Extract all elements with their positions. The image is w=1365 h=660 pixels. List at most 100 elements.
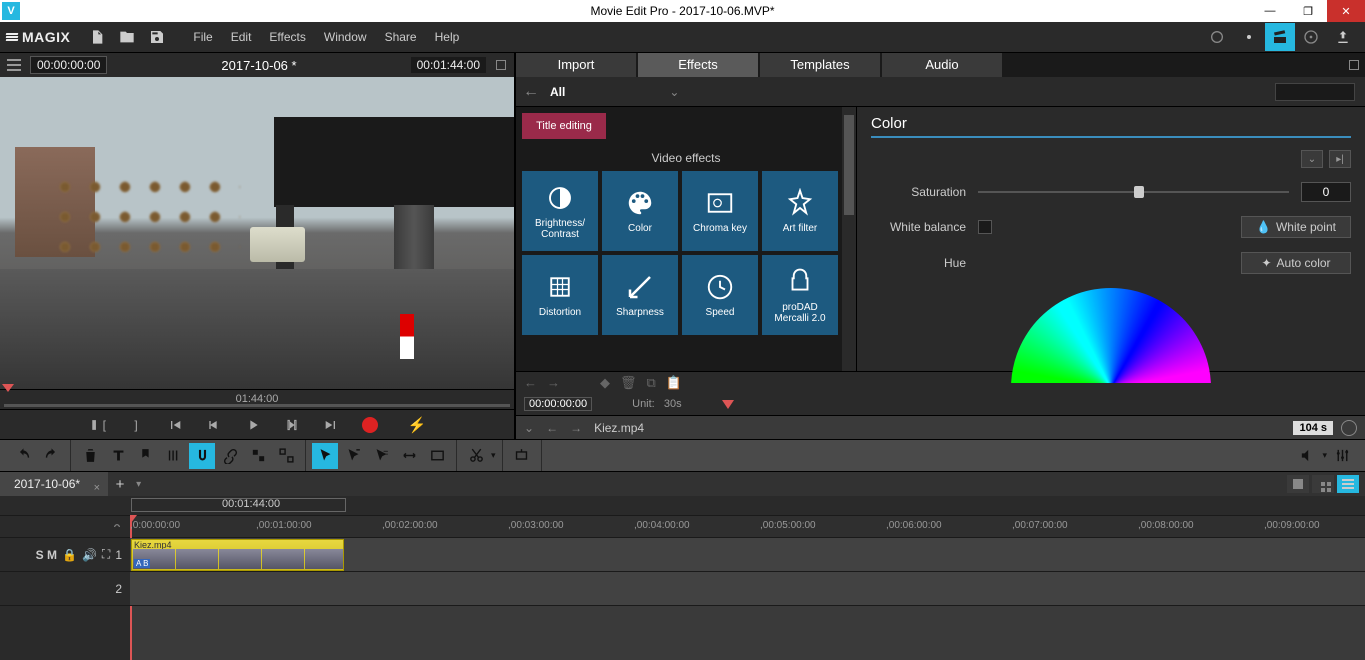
fx-brightness-contrast[interactable]: Brightness/ Contrast <box>522 171 598 251</box>
kf-playhead-icon[interactable] <box>722 400 734 409</box>
fx-distortion[interactable]: Distortion <box>522 255 598 335</box>
mouse-single-button[interactable] <box>340 443 366 469</box>
track-2[interactable] <box>130 572 1365 606</box>
range-end-button[interactable]: ] <box>127 416 145 434</box>
prev-frame-button[interactable] <box>205 416 223 434</box>
saturation-slider[interactable] <box>978 191 1289 193</box>
hue-wheel[interactable] <box>1011 288 1211 383</box>
fx-art-filter[interactable]: Art filter <box>762 171 838 251</box>
timecode-start[interactable]: 00:00:00:00 <box>30 56 107 74</box>
snap-button[interactable] <box>189 443 215 469</box>
volume-icon[interactable]: 🔊 <box>82 548 97 562</box>
timeline-tab[interactable]: 2017-10-06*× <box>0 472 108 496</box>
ungroup-button[interactable] <box>273 443 299 469</box>
tab-audio[interactable]: Audio <box>882 53 1002 77</box>
mute-button[interactable] <box>1294 443 1320 469</box>
preview-menu-icon[interactable] <box>4 59 24 71</box>
menu-edit[interactable]: Edit <box>222 22 261 53</box>
go-to-start-button[interactable] <box>166 416 184 434</box>
auto-color-button[interactable]: ✦Auto color <box>1241 252 1351 274</box>
clip-prev-icon[interactable]: ⌄ <box>524 421 534 435</box>
kf-timecode[interactable]: 00:00:00:00 <box>524 397 592 411</box>
menu-window[interactable]: Window <box>315 22 376 53</box>
kf-add-icon[interactable]: ◆ <box>600 375 610 391</box>
disc-icon[interactable] <box>1299 25 1323 49</box>
add-tab-button[interactable]: + <box>108 476 132 493</box>
delete-button[interactable] <box>77 443 103 469</box>
view-timeline-button[interactable] <box>1337 475 1359 493</box>
fx-color[interactable]: Color <box>602 171 678 251</box>
range-start-button[interactable]: [ <box>88 416 106 434</box>
tab-templates[interactable]: Templates <box>760 53 880 77</box>
time-ruler[interactable]: ,0:00:00:00,00:01:00:00,00:02:00:00,00:0… <box>130 516 1365 538</box>
mouse-preview-button[interactable] <box>424 443 450 469</box>
close-tab-icon[interactable]: × <box>94 476 100 500</box>
insert-button[interactable] <box>509 443 535 469</box>
cloud-icon[interactable] <box>1205 25 1229 49</box>
clip-fwd-icon[interactable]: → <box>570 421 582 435</box>
track-1[interactable]: Kiez.mp4 A B <box>130 538 1365 572</box>
link-tracks-icon[interactable] <box>110 520 124 534</box>
kf-copy-icon[interactable]: ⧉ <box>647 375 656 391</box>
clock-icon[interactable] <box>1341 420 1357 436</box>
keyframe-next-icon[interactable]: ▸| <box>1329 150 1351 168</box>
tab-effects[interactable]: Effects <box>638 53 758 77</box>
panel-maximize-icon[interactable] <box>1349 60 1359 70</box>
open-folder-icon[interactable] <box>115 25 139 49</box>
maximize-button[interactable]: ❐ <box>1289 0 1327 22</box>
save-icon[interactable] <box>145 25 169 49</box>
redo-button[interactable] <box>38 443 64 469</box>
range-ruler[interactable]: 00:01:44:00 <box>130 496 1365 516</box>
view-scene-button[interactable] <box>1287 475 1309 493</box>
track-area[interactable]: 00:01:44:00 ,0:00:00:00,00:01:00:00,00:0… <box>130 496 1365 660</box>
preview-viewport[interactable] <box>0 77 514 389</box>
fx-speed[interactable]: Speed <box>682 255 758 335</box>
back-icon[interactable]: ← <box>516 83 546 101</box>
settings-icon[interactable] <box>1237 25 1261 49</box>
effects-scrollbar[interactable] <box>842 107 856 371</box>
kf-delete-icon[interactable]: 🗑 <box>620 375 637 391</box>
track-header-2[interactable]: 2 <box>0 572 130 606</box>
saturation-value[interactable]: 0 <box>1301 182 1351 202</box>
view-storyboard-button[interactable] <box>1312 475 1334 493</box>
mixer-button[interactable] <box>1329 443 1355 469</box>
mouse-select-button[interactable] <box>312 443 338 469</box>
play-button[interactable] <box>244 416 262 434</box>
play-range-button[interactable] <box>283 416 301 434</box>
new-file-icon[interactable] <box>85 25 109 49</box>
kf-next-icon[interactable]: → <box>547 375 560 390</box>
go-to-end-button[interactable] <box>322 416 340 434</box>
maximize-track-icon[interactable]: ⛶ <box>102 547 110 562</box>
category-all[interactable]: All <box>550 85 565 99</box>
clip-back-icon[interactable]: ← <box>546 421 558 435</box>
minimize-button[interactable]: — <box>1251 0 1289 22</box>
mouse-curve-button[interactable] <box>368 443 394 469</box>
lock-icon[interactable]: 🔒 <box>62 548 77 562</box>
white-point-button[interactable]: 💧White point <box>1241 216 1351 238</box>
chevron-down-icon[interactable]: ⌄ <box>669 85 679 99</box>
undo-button[interactable] <box>10 443 36 469</box>
chevron-down-icon[interactable]: ⌄ <box>1301 150 1323 168</box>
title-button[interactable] <box>105 443 131 469</box>
chapter-button[interactable] <box>161 443 187 469</box>
tab-dropdown-icon[interactable]: ▾ <box>132 479 141 490</box>
menu-effects[interactable]: Effects <box>260 22 314 53</box>
link-button[interactable] <box>217 443 243 469</box>
menu-help[interactable]: Help <box>426 22 469 53</box>
close-button[interactable]: ✕ <box>1327 0 1365 22</box>
keyframe-ruler[interactable]: 00:00:00:00 Unit: 30s <box>516 393 1365 415</box>
performance-icon[interactable]: ⚡ <box>408 416 426 434</box>
kf-prev-icon[interactable]: ← <box>524 375 537 390</box>
title-editing-chip[interactable]: Title editing <box>522 113 606 139</box>
playhead-icon[interactable] <box>2 384 14 392</box>
search-input[interactable] <box>1275 83 1355 101</box>
export-icon[interactable] <box>1331 25 1355 49</box>
fx-sharpness[interactable]: Sharpness <box>602 255 678 335</box>
fx-prodad[interactable]: proDAD Mercalli 2.0 <box>762 255 838 335</box>
menu-file[interactable]: File <box>184 22 221 53</box>
mouse-stretch-button[interactable] <box>396 443 422 469</box>
record-button[interactable] <box>361 416 379 434</box>
movie-wizard-button[interactable] <box>1265 23 1295 51</box>
menu-share[interactable]: Share <box>376 22 426 53</box>
preview-scrubber[interactable]: 01:44:00 <box>0 389 514 409</box>
